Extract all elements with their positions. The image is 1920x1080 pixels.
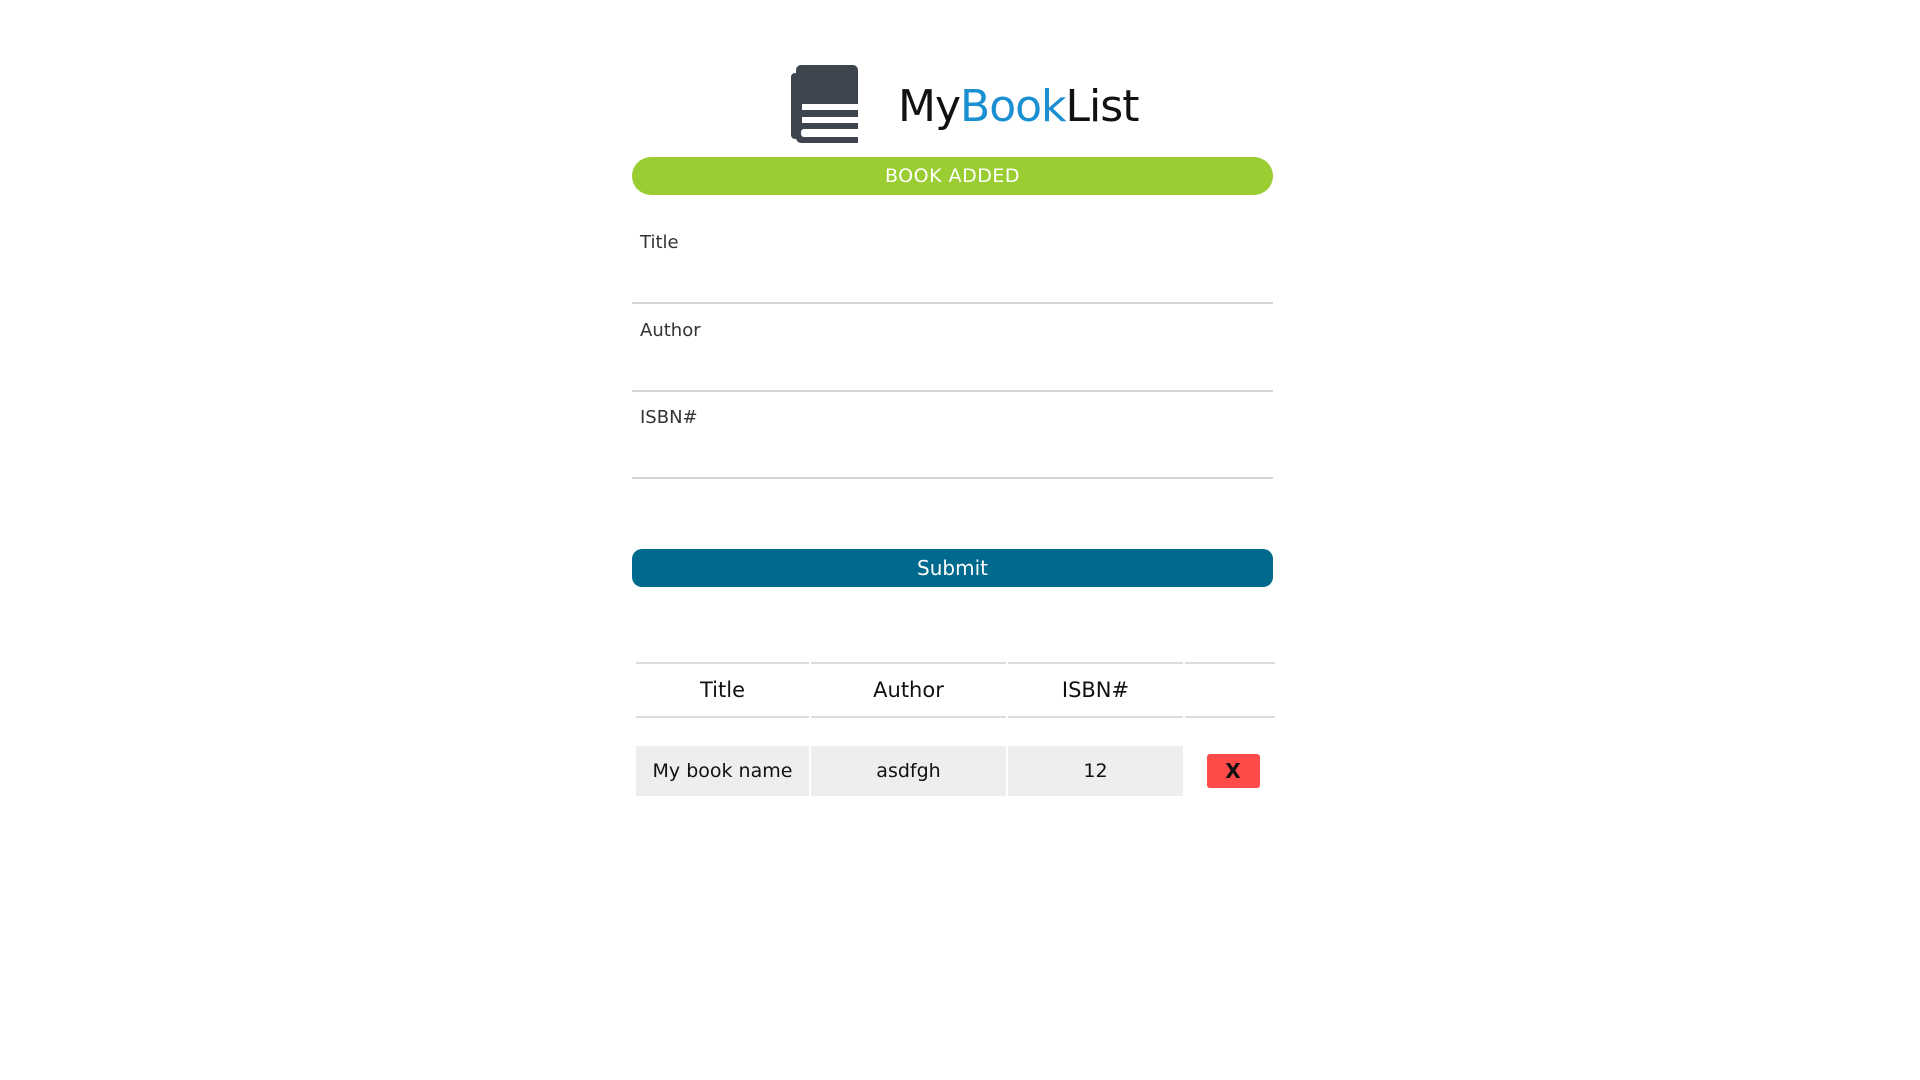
isbn-field: ISBN# xyxy=(632,397,1273,479)
isbn-label: ISBN# xyxy=(640,407,698,428)
brand-title-part-book: Book xyxy=(960,80,1067,132)
isbn-input[interactable] xyxy=(640,439,1264,471)
table-header-row: Title Author ISBN# xyxy=(636,662,1275,718)
cell-title: My book name xyxy=(636,746,809,796)
column-header-actions xyxy=(1185,662,1275,718)
book-icon xyxy=(791,65,858,143)
table-row: My book name asdfgh 12 X xyxy=(636,746,1275,796)
title-label: Title xyxy=(640,232,679,253)
book-table: Title Author ISBN# My book name asdfgh 1… xyxy=(634,662,1277,796)
title-field: Title xyxy=(632,222,1273,304)
brand-title: MyBookList xyxy=(898,80,1140,132)
page: MyBookList BOOK ADDED Title Author ISBN#… xyxy=(0,0,1920,1080)
column-header-title: Title xyxy=(636,662,809,718)
submit-button[interactable]: Submit xyxy=(632,549,1273,587)
table-spacer xyxy=(636,718,1275,746)
cell-author: asdfgh xyxy=(811,746,1006,796)
brand-title-part-list: List xyxy=(1065,80,1140,132)
author-label: Author xyxy=(640,320,701,341)
author-field: Author xyxy=(632,310,1273,392)
header: MyBookList xyxy=(790,62,1140,146)
status-banner: BOOK ADDED xyxy=(632,157,1273,195)
column-header-author: Author xyxy=(811,662,1006,718)
cell-isbn: 12 xyxy=(1008,746,1183,796)
brand-title-part-my: My xyxy=(898,80,961,132)
column-header-isbn: ISBN# xyxy=(1008,662,1183,718)
cell-actions: X xyxy=(1185,746,1275,796)
title-input[interactable] xyxy=(640,264,1264,296)
delete-button[interactable]: X xyxy=(1206,754,1260,788)
author-input[interactable] xyxy=(640,352,1264,384)
